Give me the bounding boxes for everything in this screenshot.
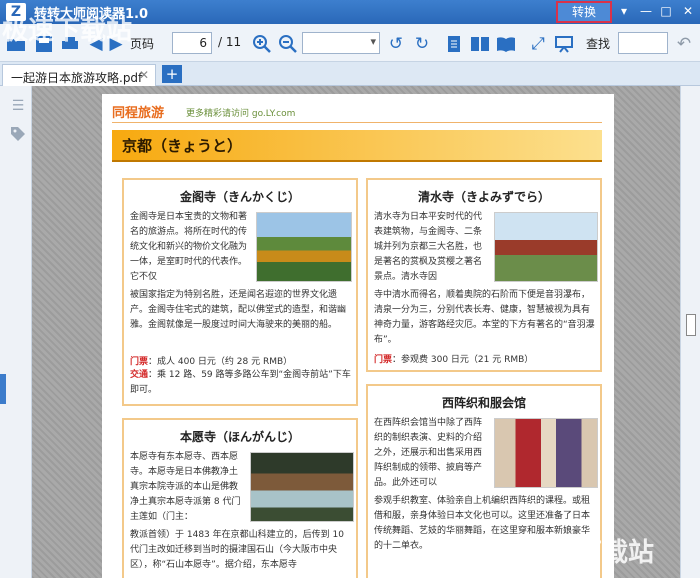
card-intro: 本愿寺有东本愿寺、西本愿寺。本愿寺是日本佛教净土真宗本院寺派的本山是佛教净土真宗… <box>130 452 241 522</box>
outline-list-icon[interactable]: ☰ <box>10 98 26 114</box>
presentation-icon[interactable] <box>554 34 574 54</box>
document-viewer: 同程旅游 更多精彩请访问 go.LY.com 京都（きょうと） 金阁寺（きんかく… <box>32 86 680 578</box>
card-body: 被国家指定为特别名胜，还是闻名遐迩的世界文化遗产。金阁寺住宅式的建筑，配以佛堂式… <box>130 290 347 330</box>
watermark-top: 极速下载站 <box>2 16 133 46</box>
page-label: 页码 <box>130 37 155 51</box>
card-intro: 金阁寺是日本宝贵的文物和著名的旅游点。将所在时代的传统文化和新兴的物价文化融为一… <box>130 212 248 282</box>
menu-icon[interactable]: ▾ <box>614 2 634 20</box>
left-sidebar: ☰ <box>0 86 32 578</box>
tab-bar: 一起游日本旅游攻略.pdf ✕ + <box>0 62 700 86</box>
kinkakuji-photo <box>256 212 352 282</box>
card-title: 金阁寺（きんかくじ） <box>179 190 300 204</box>
card-kinkakuji: 金阁寺（きんかくじ） 金阁寺是日本宝贵的文物和著名的旅游点。将所在时代的传统文化… <box>122 178 358 406</box>
card-title: 清水寺（きよみずでら） <box>417 190 550 204</box>
card-honganji: 本愿寺（ほんがんじ） 本愿寺有东本愿寺、西本愿寺。本愿寺是日本佛教净土真宗本院寺… <box>122 418 358 578</box>
zoom-in-icon[interactable] <box>252 34 272 54</box>
card-intro: 在西阵织会馆当中除了西阵织的制织表演、史料的介绍之外，还展示和出售采用西阵织制成… <box>374 418 483 488</box>
convert-button[interactable]: 转换 <box>556 1 612 23</box>
brand-logo: 同程旅游 <box>112 106 165 121</box>
minimize-icon[interactable]: — <box>636 2 656 20</box>
city-title: 京都（きょうと） <box>122 137 243 155</box>
search-label: 查找 <box>586 37 611 51</box>
card-body: 寺中清水而得名，顺着奥院的石阶而下便是音羽瀑布，清泉一分为三，分别代表长寿、健康… <box>374 290 595 345</box>
brand-subtitle: 更多精彩请访问 go.LY.com <box>186 109 296 119</box>
rotate-left-icon[interactable]: ↺ <box>386 34 406 54</box>
scrollbar-thumb[interactable] <box>686 314 696 336</box>
close-icon[interactable]: ✕ <box>678 2 698 20</box>
single-page-icon[interactable] <box>444 34 464 54</box>
transit-info: 交通：乘 12 路、59 路等多路公车到“金阁寺前站”下车即可。 <box>130 370 351 395</box>
kiyomizudera-photo <box>494 212 598 282</box>
tag-icon[interactable] <box>10 126 26 142</box>
search-input[interactable] <box>618 32 668 54</box>
city-banner: 京都（きょうと） <box>112 130 602 162</box>
honganji-photo <box>250 452 354 522</box>
card-body: 教派首领）于 1483 年在京都山科建立的，后传到 10 代门主改如迁移到当时的… <box>130 530 344 570</box>
card-title: 本愿寺（ほんがんじ） <box>179 430 300 444</box>
divider <box>112 122 602 123</box>
tab-close-icon[interactable]: ✕ <box>139 68 149 82</box>
card-intro: 清水寺为日本平安时代的代表建筑物，与金阁寺、二条城并列为京都三大名胜，也是著名的… <box>374 212 483 282</box>
tab-document[interactable]: 一起游日本旅游攻略.pdf ✕ <box>2 64 156 86</box>
page-number-input[interactable]: 6 <box>172 32 212 54</box>
kimono-photo <box>494 418 598 488</box>
zoom-out-icon[interactable] <box>278 34 298 54</box>
add-tab-button[interactable]: + <box>162 65 182 83</box>
rotate-right-icon[interactable]: ↻ <box>412 34 432 54</box>
page-total: / 11 <box>218 35 242 49</box>
ticket-info: 门票：成人 400 日元（约 28 元 RMB） <box>130 357 293 367</box>
book-view-icon[interactable] <box>496 34 516 54</box>
back-icon[interactable]: ↶ <box>674 34 694 54</box>
double-page-icon[interactable] <box>470 34 490 54</box>
maximize-icon[interactable]: □ <box>656 2 676 20</box>
card-title: 西阵织和服会馆 <box>441 396 526 410</box>
fullscreen-icon[interactable]: ⤢ <box>528 34 548 54</box>
pdf-page: 同程旅游 更多精彩请访问 go.LY.com 京都（きょうと） 金阁寺（きんかく… <box>102 94 614 578</box>
vertical-scrollbar[interactable] <box>680 86 700 578</box>
zoom-select[interactable] <box>302 32 380 54</box>
tab-label: 一起游日本旅游攻略.pdf <box>11 71 143 85</box>
card-kiyomizudera: 清水寺（きよみずでら） 清水寺为日本平安时代的代表建筑物，与金阁寺、二条城并列为… <box>366 178 602 372</box>
ticket-info: 门票：参观费 300 日元（21 元 RMB） <box>374 355 534 365</box>
sidebar-toggle-handle[interactable] <box>0 374 6 404</box>
watermark-bottom: 极速下载站 <box>524 538 655 568</box>
